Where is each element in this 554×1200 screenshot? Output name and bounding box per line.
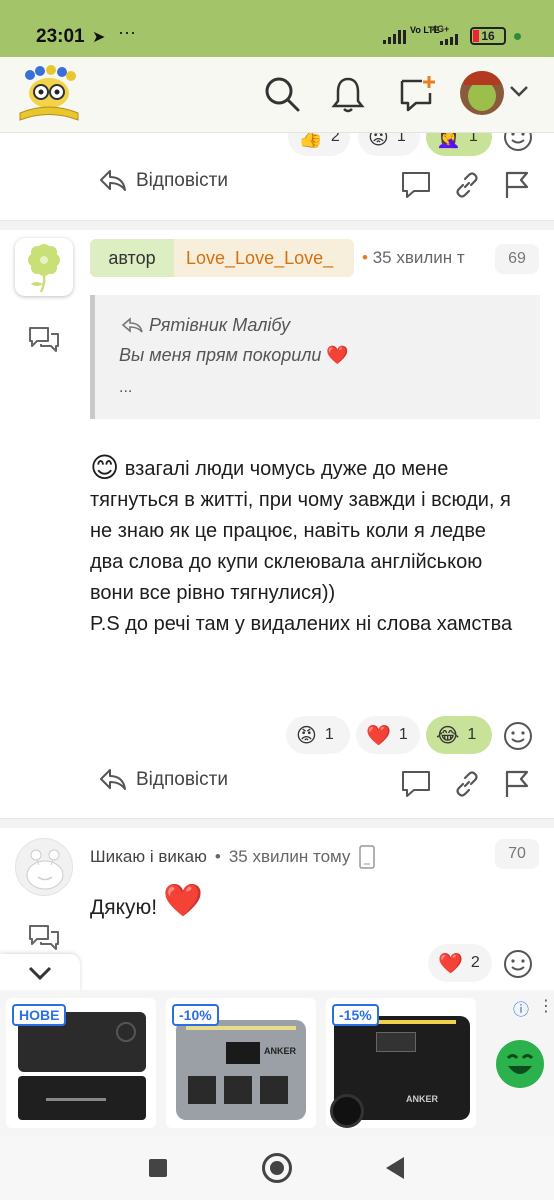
reply-label: Відповісти [136, 769, 228, 790]
reaction-laugh[interactable]: 😂 1 [426, 716, 492, 754]
more-notifications-icon: ··· [118, 22, 136, 42]
reply-icon [100, 170, 126, 191]
search-icon[interactable] [263, 75, 301, 118]
user-avatar[interactable] [460, 71, 504, 115]
reply-icon [100, 769, 126, 790]
ad-collapse-button[interactable] [0, 954, 80, 992]
comment-icon[interactable] [400, 170, 432, 205]
bell-icon[interactable] [331, 75, 365, 118]
telegram-icon: ➤ [92, 29, 106, 46]
add-reaction-icon[interactable] [503, 721, 533, 756]
comment-icon[interactable] [400, 769, 432, 804]
network-type: 4G+ [432, 24, 450, 34]
brand-label: ANKER [406, 1094, 439, 1104]
brand-label: ANKER [264, 1046, 297, 1056]
chevron-down-icon [28, 966, 52, 981]
comment-body: Дякую! [90, 896, 158, 919]
author-name[interactable]: Love_Love_Love_ [186, 239, 333, 277]
monster-icon [26, 849, 64, 890]
ad-more-icon[interactable]: ⋮ [538, 996, 554, 1016]
link-icon[interactable] [454, 172, 480, 203]
flag-icon[interactable] [503, 769, 531, 804]
reply-button[interactable]: Відповісти [98, 767, 228, 793]
product-tag: -15% [332, 1004, 379, 1026]
quote-reply-icon [121, 316, 143, 333]
chat-plus-icon[interactable] [398, 73, 438, 118]
comment-body: взагалі люди чомусь дуже до мене тягнуть… [90, 458, 513, 635]
status-bar: 23:01 ➤ ··· Vo LTE 4G+ 16 [0, 0, 554, 57]
reaction-angry[interactable]: 😡 1 [286, 716, 350, 754]
product-tag: НОВЕ [12, 1004, 67, 1026]
author-chip[interactable]: автор Love_Love_Love_ [90, 239, 354, 277]
system-navbar [0, 1135, 554, 1200]
comment-text: Дякую! ❤️ [90, 882, 203, 920]
smile-emoji: 😊 [90, 452, 120, 483]
comment-divider [0, 818, 554, 828]
heart-icon: ❤️ [326, 345, 349, 365]
quote-block[interactable]: Рятівник Малібу Вы меня прям покорили ❤️… [90, 295, 540, 419]
author-name[interactable]: Шикаю і викаю [90, 847, 207, 867]
signal-icon [383, 30, 409, 44]
quote-more: ... [119, 379, 133, 396]
ad-info-icon[interactable]: ⓘ [513, 996, 529, 1020]
reaction-heart[interactable]: ❤️ 1 [356, 716, 420, 754]
comment-meta: Шикаю і викаю • 35 хвилин тому [90, 845, 376, 869]
comment-time: 35 хвилин тому [228, 847, 351, 866]
ad-product-card[interactable]: ANKER -15% [326, 998, 476, 1128]
replies-icon[interactable] [28, 924, 60, 957]
ad-product-card[interactable]: НОВЕ [6, 998, 156, 1128]
back-button[interactable] [384, 1155, 406, 1186]
chevron-down-icon[interactable] [508, 83, 530, 104]
comment-time: • 35 хвилин т [362, 248, 465, 267]
reaction-heart[interactable]: ❤️ 2 [428, 944, 492, 982]
author-avatar[interactable] [15, 838, 73, 896]
author-avatar[interactable] [15, 238, 73, 296]
privacy-dot [514, 33, 521, 40]
home-button[interactable] [262, 1153, 292, 1183]
owl-book-logo[interactable] [16, 63, 82, 130]
ad-banner[interactable]: НОВЕ ANKER -10% ANKER -15% ⓘ ⋮ [0, 990, 554, 1135]
recent-apps-button[interactable] [149, 1159, 167, 1177]
comment-number[interactable]: 70 [495, 839, 539, 869]
reply-label: Відповісти [136, 170, 228, 191]
comment-divider [0, 220, 554, 230]
mobile-device-icon [359, 845, 376, 869]
status-time: 23:01 [36, 26, 85, 47]
laughing-mascot-icon [496, 1040, 544, 1088]
signal2-icon [440, 34, 464, 45]
replies-icon[interactable] [28, 326, 60, 359]
flag-icon[interactable] [503, 170, 531, 205]
clover-icon [28, 244, 60, 293]
reply-button[interactable]: Відповісти [98, 168, 228, 194]
battery-icon: 16 [470, 27, 506, 45]
link-icon[interactable] [454, 771, 480, 802]
add-reaction-icon[interactable] [503, 949, 533, 984]
quote-text: Вы меня прям покорили ❤️ [119, 345, 349, 365]
quote-author: Рятівник Малібу [121, 315, 290, 336]
heart-icon: ❤️ [163, 882, 203, 918]
product-tag: -10% [172, 1004, 219, 1026]
header-icons-layer [0, 57, 554, 133]
comment-text: 😊 взагалі люди чомусь дуже до мене тягну… [90, 452, 520, 640]
ad-product-card[interactable]: ANKER -10% [166, 998, 316, 1128]
author-badge: автор [90, 239, 174, 277]
comment-number[interactable]: 69 [495, 244, 539, 274]
